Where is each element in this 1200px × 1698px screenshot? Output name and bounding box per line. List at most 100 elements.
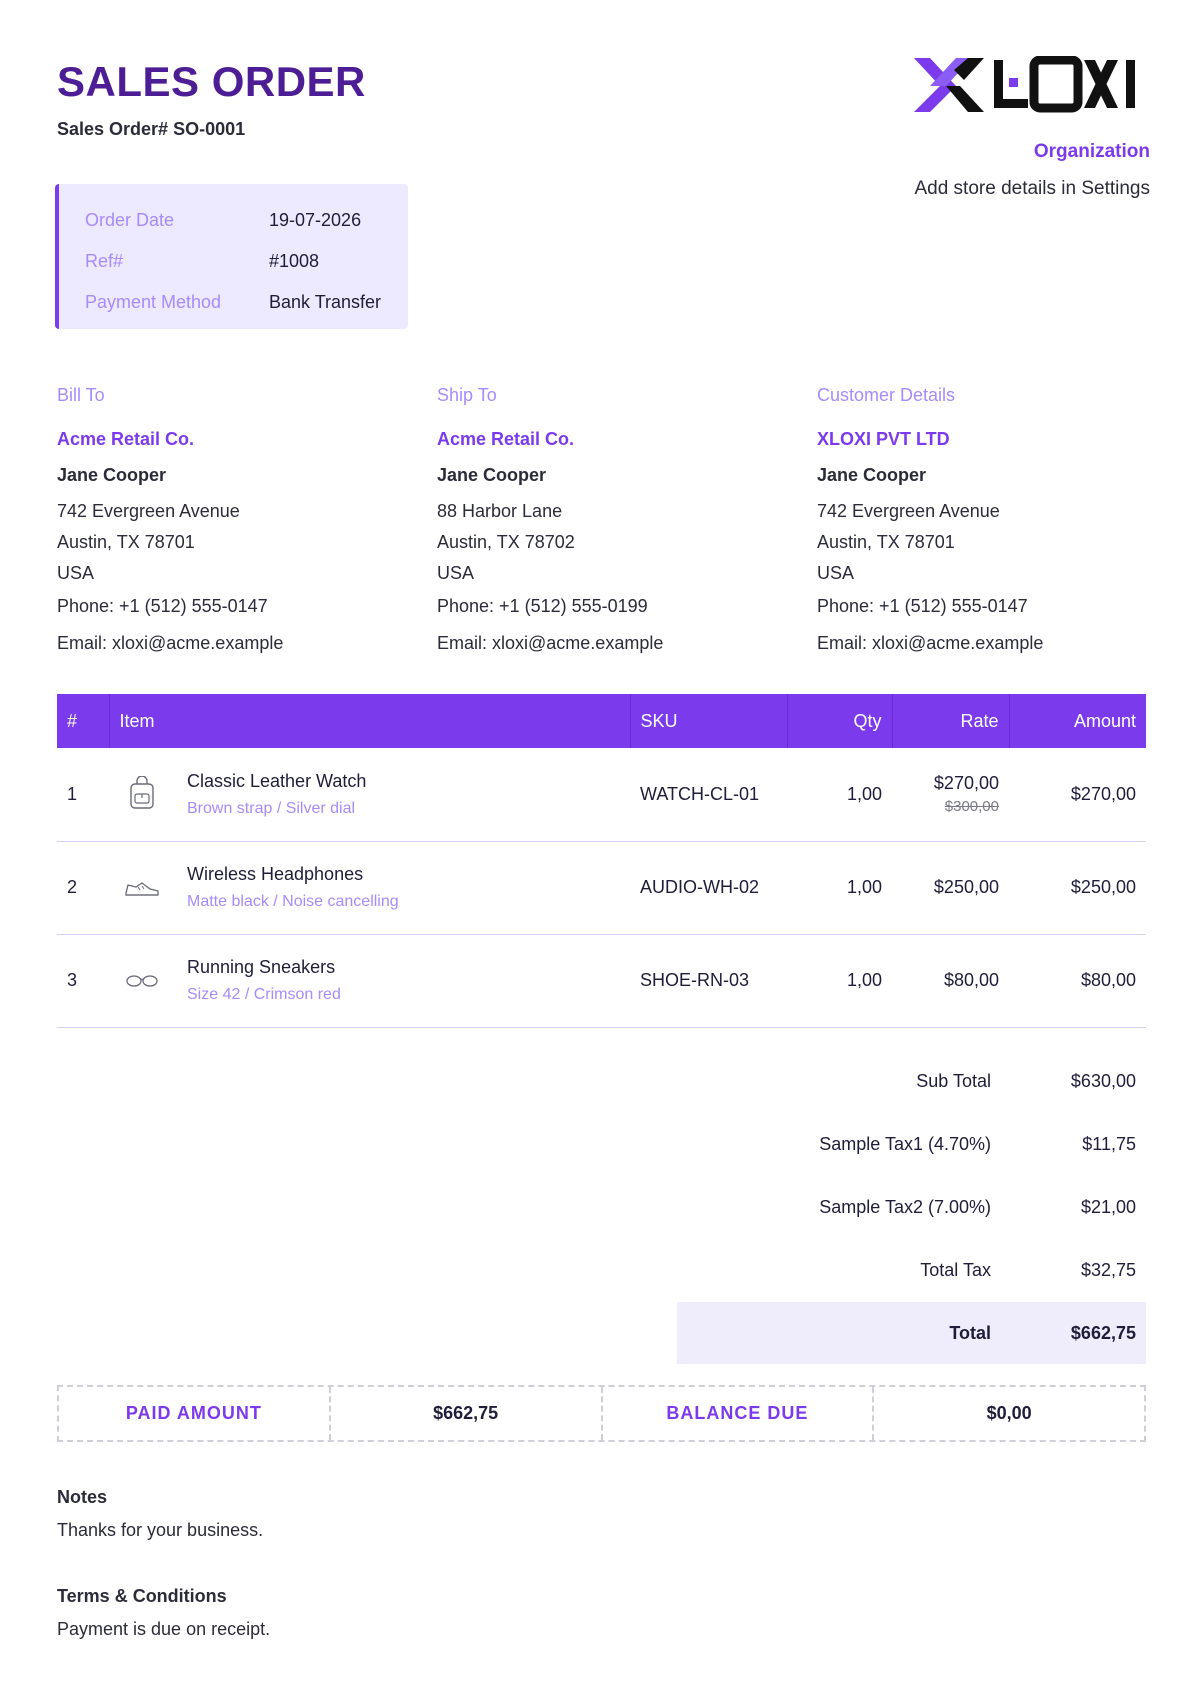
row-item: Wireless Headphones Matte black / Noise …: [109, 841, 630, 935]
order-number: Sales Order# SO-0001: [57, 119, 246, 139]
customer-details-block: Customer Details XLOXI PVT LTD Jane Coop…: [817, 385, 1157, 662]
row-item: Running Sneakers Size 42 / Crimson red: [109, 934, 630, 1028]
backpack-icon: [119, 774, 165, 814]
customer-city: Austin, TX 78701: [817, 532, 955, 552]
glasses-icon: [119, 961, 165, 1001]
customer-country: USA: [817, 563, 855, 583]
table-row: 3 Running Sneakers Size 42 / Crimson red…: [57, 934, 1146, 1028]
meta-label: Payment Method: [85, 292, 222, 312]
bill-to-company: Acme Retail Co.: [57, 429, 195, 449]
bill-to-name: Jane Cooper: [57, 465, 167, 485]
meta-value: 19-07-2026: [269, 210, 362, 230]
terms-body: Payment is due on receipt.: [57, 1619, 271, 1639]
document-title: SALES ORDER: [57, 58, 366, 105]
ship-to-heading: Ship To: [437, 385, 497, 405]
item-name: Classic Leather Watch: [187, 770, 367, 791]
customer-name: Jane Cooper: [817, 465, 927, 485]
brand-logo: [914, 55, 1150, 114]
subtotal-label: Sub Total: [916, 1071, 991, 1091]
item-variant: Brown strap / Silver dial: [187, 799, 356, 817]
header-num: #: [57, 694, 110, 748]
row-amount: $80,00: [1009, 934, 1146, 1028]
payment-summary-strip: PAID AMOUNT $662,75 BALANCE DUE $0,00: [57, 1385, 1146, 1442]
bill-to-phone: Phone: +1 (512) 555-0147: [57, 596, 268, 616]
customer-heading: Customer Details: [817, 385, 956, 405]
customer-phone: Phone: +1 (512) 555-0147: [817, 596, 1028, 616]
item-name: Wireless Headphones: [187, 864, 364, 884]
bill-to-block: Bill To Acme Retail Co. Jane Cooper 742 …: [57, 385, 397, 662]
bill-to-heading: Bill To: [57, 385, 105, 405]
table-row: 1 Classic Leather Watch Brown strap / Si…: [57, 748, 1146, 842]
ship-to-city: Austin, TX 78702: [437, 532, 575, 552]
item-variant: Matte black / Noise cancelling: [187, 893, 399, 910]
paid-amount-value: $662,75: [331, 1387, 603, 1440]
table-header-row: # Item SKU Qty Rate Amount: [57, 694, 1146, 748]
row-rate: $250,00: [892, 841, 1009, 935]
bill-to-country: USA: [57, 563, 95, 583]
meta-row-payment-method: Payment Method Bank Transfer: [85, 282, 408, 323]
grand-total-label: Total: [949, 1322, 991, 1343]
balance-due-label: BALANCE DUE: [603, 1387, 875, 1440]
tax2-value: $21,00: [1080, 1197, 1136, 1217]
tax2-label: Sample Tax2 (7.00%): [819, 1197, 991, 1217]
notes-title: Notes: [57, 1487, 108, 1507]
row-item: Classic Leather Watch Brown strap / Silv…: [109, 748, 630, 842]
meta-row-order-date: Order Date 19-07-2026: [85, 200, 408, 241]
organization-hint: Add store details in Settings: [914, 178, 1150, 199]
row-sku: WATCH-CL-01: [630, 748, 787, 842]
row-amount: $250,00: [1009, 841, 1146, 935]
ship-to-street: 88 Harbor Lane: [437, 501, 563, 521]
rate-original: $300,00: [944, 798, 999, 816]
organization-name: Organization: [1033, 141, 1150, 162]
ship-to-phone: Phone: +1 (512) 555-0199: [437, 596, 648, 616]
row-num: 2: [57, 841, 109, 935]
meta-value: #1008: [269, 251, 320, 271]
tax1-value: $11,75: [1082, 1134, 1136, 1154]
meta-label: Order Date: [85, 210, 175, 230]
subtotal-row: Sub Total $630,00: [677, 1050, 1146, 1113]
header-sku: SKU: [630, 694, 788, 748]
customer-email: Email: xloxi@acme.example: [817, 633, 1044, 653]
sales-order-page: SALES ORDER Sales Order# SO-0001 Organiz…: [0, 0, 1200, 1698]
row-rate: $270,00 $300,00: [892, 748, 1009, 842]
subtotal-value: $630,00: [1070, 1071, 1136, 1091]
tax2-row: Sample Tax2 (7.00%) $21,00: [677, 1176, 1146, 1239]
header-amount: Amount: [1073, 710, 1136, 731]
row-rate: $80,00: [892, 934, 1009, 1028]
total-tax-row: Total Tax $32,75: [677, 1239, 1146, 1302]
customer-street: 742 Evergreen Avenue: [817, 501, 1000, 521]
grand-total-value: $662,75: [1070, 1322, 1136, 1343]
sneaker-icon: [119, 868, 165, 908]
row-sku: SHOE-RN-03: [630, 934, 787, 1028]
terms-title: Terms & Conditions: [57, 1586, 227, 1606]
notes-body: Thanks for your business.: [57, 1520, 264, 1540]
row-qty: 1,00: [787, 934, 892, 1028]
header-qty: Qty: [787, 694, 893, 748]
header-item: Item: [109, 694, 631, 748]
total-tax-value: $32,75: [1080, 1260, 1136, 1280]
item-name: Running Sneakers: [187, 957, 336, 977]
tax1-row: Sample Tax1 (4.70%) $11,75: [677, 1113, 1146, 1176]
header-rate: Rate: [892, 694, 1010, 748]
ship-to-name: Jane Cooper: [437, 465, 547, 485]
balance-due-value: $0,00: [986, 1403, 1032, 1423]
xloxi-logo-icon: [914, 55, 1135, 113]
ship-to-company: Acme Retail Co.: [437, 429, 575, 449]
totals-block: Sub Total $630,00 Sample Tax1 (4.70%) $1…: [677, 1050, 1146, 1364]
grand-total-row: Total $662,75: [677, 1302, 1146, 1364]
row-amount: $270,00: [1009, 748, 1146, 842]
rate-current: $270,00: [933, 773, 999, 794]
meta-value: Bank Transfer: [269, 292, 382, 312]
total-tax-label: Total Tax: [920, 1260, 991, 1280]
row-sku: AUDIO-WH-02: [630, 841, 787, 935]
bill-to-email: Email: xloxi@acme.example: [57, 633, 284, 653]
row-num: 3: [57, 934, 109, 1028]
item-variant: Size 42 / Crimson red: [187, 986, 341, 1003]
bill-to-city: Austin, TX 78701: [57, 532, 195, 552]
order-meta-box: Order Date 19-07-2026 Ref# #1008 Payment…: [55, 184, 408, 329]
ship-to-country: USA: [437, 563, 475, 583]
bill-to-street: 742 Evergreen Avenue: [57, 501, 240, 521]
meta-label: Ref#: [85, 251, 124, 271]
row-num: 1: [57, 748, 109, 842]
ship-to-block: Ship To Acme Retail Co. Jane Cooper 88 H…: [437, 385, 777, 662]
